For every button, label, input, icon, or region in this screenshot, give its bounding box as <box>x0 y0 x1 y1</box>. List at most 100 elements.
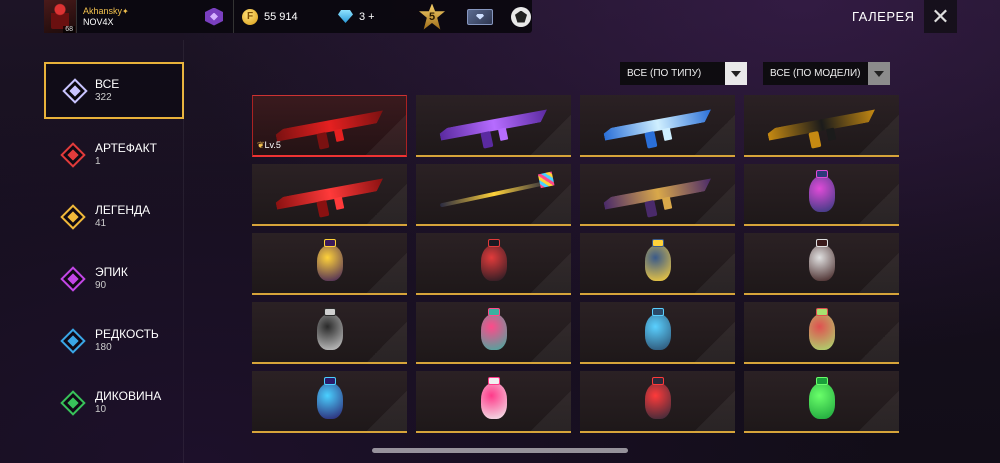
card-corner-decoration <box>531 115 571 155</box>
model-filter-dropdown[interactable]: ВСЕ (ПО МОДЕЛИ) <box>763 62 890 85</box>
gallery-item-card[interactable] <box>416 233 571 295</box>
grenade-skin-icon <box>480 239 507 281</box>
gallery-item-card[interactable] <box>744 95 899 157</box>
gallery-card-icon[interactable] <box>467 8 493 25</box>
model-filter-value: ВСЕ (ПО МОДЕЛИ) <box>770 68 861 79</box>
card-corner-decoration <box>367 184 407 224</box>
card-corner-decoration <box>695 184 735 224</box>
gallery-item-card[interactable] <box>416 371 571 433</box>
divider <box>233 0 234 33</box>
gallery-item-card[interactable] <box>252 233 407 295</box>
item-level-badge: ❦Lv.5 <box>257 140 281 151</box>
type-filter-value: ВСЕ (ПО ТИПУ) <box>627 68 702 79</box>
gallery-item-card[interactable] <box>252 371 407 433</box>
sidebar-item-count: 322 <box>95 91 112 103</box>
gallery-item-card[interactable] <box>416 302 571 364</box>
rarity-gem-icon <box>60 390 86 416</box>
rank-badge-icon[interactable]: 5 <box>419 3 445 30</box>
sidebar-item-label: ДИКОВИНА <box>95 389 162 403</box>
sidebar-item-count: 90 <box>95 280 107 291</box>
page-title: ГАЛЕРЕЯ <box>852 9 915 24</box>
chevron-down-icon[interactable] <box>725 62 747 85</box>
card-corner-decoration <box>695 322 735 362</box>
card-corner-decoration <box>366 115 406 155</box>
player-level: 68 <box>63 26 75 33</box>
card-corner-decoration <box>367 253 407 293</box>
grenade-skin-icon <box>316 239 343 281</box>
gallery-item-card[interactable] <box>744 302 899 364</box>
card-corner-decoration <box>531 184 571 224</box>
gallery-item-card[interactable] <box>416 95 571 157</box>
grenade-skin-icon <box>808 170 835 212</box>
category-sidebar: ВСЕ 322 АРТЕФАКТ 1 ЛЕГЕНДА 41 ЭПИК 90 РЕДКОСТЬ 18… <box>44 62 184 434</box>
sidebar-item-label: ЭПИК <box>95 265 128 279</box>
verified-icon: ✦ <box>122 6 129 16</box>
grenade-skin-icon <box>316 308 343 350</box>
gallery-item-card[interactable] <box>744 371 899 433</box>
gallery-item-card[interactable] <box>416 164 571 226</box>
gallery-item-card[interactable] <box>252 302 407 364</box>
diamond-value[interactable]: 3 + <box>359 11 389 23</box>
sidebar-item-3[interactable]: ЭПИК 90 <box>44 248 184 310</box>
card-corner-decoration <box>859 322 899 362</box>
sidebar-item-5[interactable]: ДИКОВИНА 10 <box>44 372 184 434</box>
card-corner-decoration <box>531 253 571 293</box>
gallery-item-card[interactable] <box>580 371 735 433</box>
gallery-item-card[interactable] <box>580 233 735 295</box>
sidebar-item-label: ЛЕГЕНДА <box>95 203 151 217</box>
grenade-skin-icon <box>808 377 835 419</box>
player-clan: NOV4X <box>83 16 114 27</box>
player-nickname: Akhansky <box>83 5 123 16</box>
card-corner-decoration <box>859 391 899 431</box>
gallery-item-card[interactable]: ❦Lv.5 <box>252 95 407 157</box>
grenade-skin-icon <box>480 377 507 419</box>
grenade-skin-icon <box>644 308 671 350</box>
grenade-skin-icon <box>480 308 507 350</box>
gold-value: 55 914 <box>264 10 298 23</box>
rarity-gem-icon <box>60 204 86 230</box>
horizontal-scrollbar[interactable] <box>372 448 628 453</box>
item-grid: ❦Lv.5 <box>252 95 899 433</box>
gallery-item-card[interactable] <box>580 164 735 226</box>
sidebar-divider <box>183 40 184 463</box>
top-bar: 68 Akhansky✦ NOV4X F 55 914 3 + 5 <box>44 0 532 33</box>
grenade-skin-icon <box>644 377 671 419</box>
level-wings-icon: ❦ <box>257 140 265 150</box>
grenade-skin-icon <box>808 239 835 281</box>
card-corner-decoration <box>859 184 899 224</box>
card-corner-decoration <box>531 322 571 362</box>
card-corner-decoration <box>859 115 899 155</box>
close-button[interactable]: ✕ <box>924 0 957 33</box>
gallery-item-card[interactable] <box>744 164 899 226</box>
vip-hex-icon[interactable] <box>205 7 223 26</box>
close-icon: ✕ <box>931 3 950 29</box>
gallery-item-card[interactable] <box>744 233 899 295</box>
gallery-item-card[interactable] <box>580 302 735 364</box>
rarity-gem-icon <box>62 77 88 104</box>
gallery-item-card[interactable] <box>252 164 407 226</box>
card-corner-decoration <box>531 391 571 431</box>
player-names: Akhansky✦ NOV4X <box>83 6 175 28</box>
player-avatar[interactable]: 68 <box>44 0 77 33</box>
rarity-gem-icon <box>60 266 86 292</box>
grenade-skin-icon <box>316 377 343 419</box>
card-corner-decoration <box>695 391 735 431</box>
gallery-item-card[interactable] <box>580 95 735 157</box>
chevron-down-icon[interactable] <box>868 62 890 85</box>
grenade-skin-icon <box>808 308 835 350</box>
diamond-icon <box>338 10 353 23</box>
sidebar-item-0[interactable]: ВСЕ 322 <box>44 62 184 119</box>
card-corner-decoration <box>367 391 407 431</box>
card-corner-decoration <box>695 115 735 155</box>
type-filter-dropdown[interactable]: ВСЕ (ПО ТИПУ) <box>620 62 747 85</box>
sidebar-item-label: ВСЕ <box>95 76 120 91</box>
item-level-label: Lv.5 <box>264 140 281 150</box>
sidebar-item-4[interactable]: РЕДКОСТЬ 180 <box>44 310 184 372</box>
rank-value: 5 <box>428 10 436 23</box>
rarity-gem-icon <box>60 328 86 354</box>
coin-icon: F <box>242 8 258 25</box>
sidebar-item-1[interactable]: АРТЕФАКТ 1 <box>44 124 184 186</box>
card-corner-decoration <box>859 253 899 293</box>
guild-icon[interactable] <box>511 6 531 27</box>
sidebar-item-2[interactable]: ЛЕГЕНДА 41 <box>44 186 184 248</box>
